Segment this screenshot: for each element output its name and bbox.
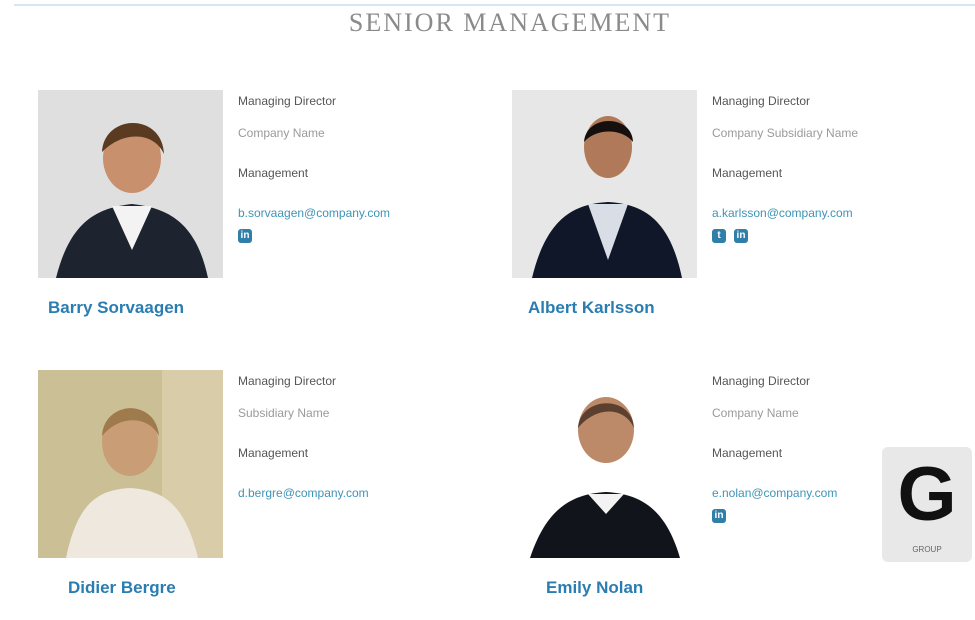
person-email-link[interactable]: b.sorvaagen@company.com bbox=[238, 205, 473, 221]
person-photo bbox=[38, 370, 223, 558]
person-photo-graphic bbox=[38, 90, 223, 278]
social-links: in bbox=[238, 229, 473, 243]
person-photo-graphic bbox=[38, 370, 223, 558]
person-name-link[interactable]: Didier Bergre bbox=[68, 578, 176, 598]
linkedin-icon[interactable]: in bbox=[734, 229, 748, 243]
person-department: Management bbox=[238, 446, 309, 460]
person-name-link[interactable]: Barry Sorvaagen bbox=[48, 298, 184, 318]
linkedin-icon[interactable]: in bbox=[238, 229, 252, 243]
person-role: Managing Director bbox=[712, 374, 811, 388]
person-email-link[interactable]: d.bergre@company.com bbox=[238, 485, 473, 501]
person-company: Company Subsidiary Name bbox=[712, 126, 859, 140]
person-photo-graphic bbox=[512, 90, 697, 278]
twitter-icon[interactable]: t bbox=[712, 229, 726, 243]
person-department: Management bbox=[712, 166, 783, 180]
logo-icon: G bbox=[897, 452, 957, 537]
person-role: Managing Director bbox=[238, 94, 337, 108]
person-role: Managing Director bbox=[712, 94, 811, 108]
person-email-link[interactable]: a.karlsson@company.com bbox=[712, 205, 947, 221]
social-links: t in bbox=[712, 229, 947, 243]
person-role: Managing Director bbox=[238, 374, 337, 388]
person-card-albert: Managing Director Company Subsidiary Nam… bbox=[512, 90, 952, 340]
person-card-barry: Managing Director Company Name Managemen… bbox=[38, 90, 478, 340]
person-name-link[interactable]: Emily Nolan bbox=[546, 578, 643, 598]
person-info: Managing Director Company Subsidiary Nam… bbox=[712, 90, 947, 243]
person-company: Company Name bbox=[712, 406, 799, 420]
company-logo-badge[interactable]: G GROUP bbox=[882, 447, 972, 562]
person-photo bbox=[38, 90, 223, 278]
badge-caption: GROUP bbox=[912, 545, 942, 554]
person-company: Company Name bbox=[238, 126, 325, 140]
person-info: Managing Director Subsidiary Name Manage… bbox=[238, 370, 473, 501]
person-photo bbox=[512, 90, 697, 278]
person-card-didier: Managing Director Subsidiary Name Manage… bbox=[38, 370, 478, 620]
linkedin-icon[interactable]: in bbox=[712, 509, 726, 523]
page-title: SENIOR MANAGEMENT bbox=[348, 8, 672, 37]
person-company: Subsidiary Name bbox=[238, 406, 330, 420]
person-photo bbox=[512, 370, 697, 558]
person-name-link[interactable]: Albert Karlsson bbox=[528, 298, 655, 318]
person-photo-graphic bbox=[512, 370, 697, 558]
top-divider bbox=[14, 4, 975, 6]
person-info: Managing Director Company Name Managemen… bbox=[238, 90, 473, 243]
person-department: Management bbox=[238, 166, 309, 180]
